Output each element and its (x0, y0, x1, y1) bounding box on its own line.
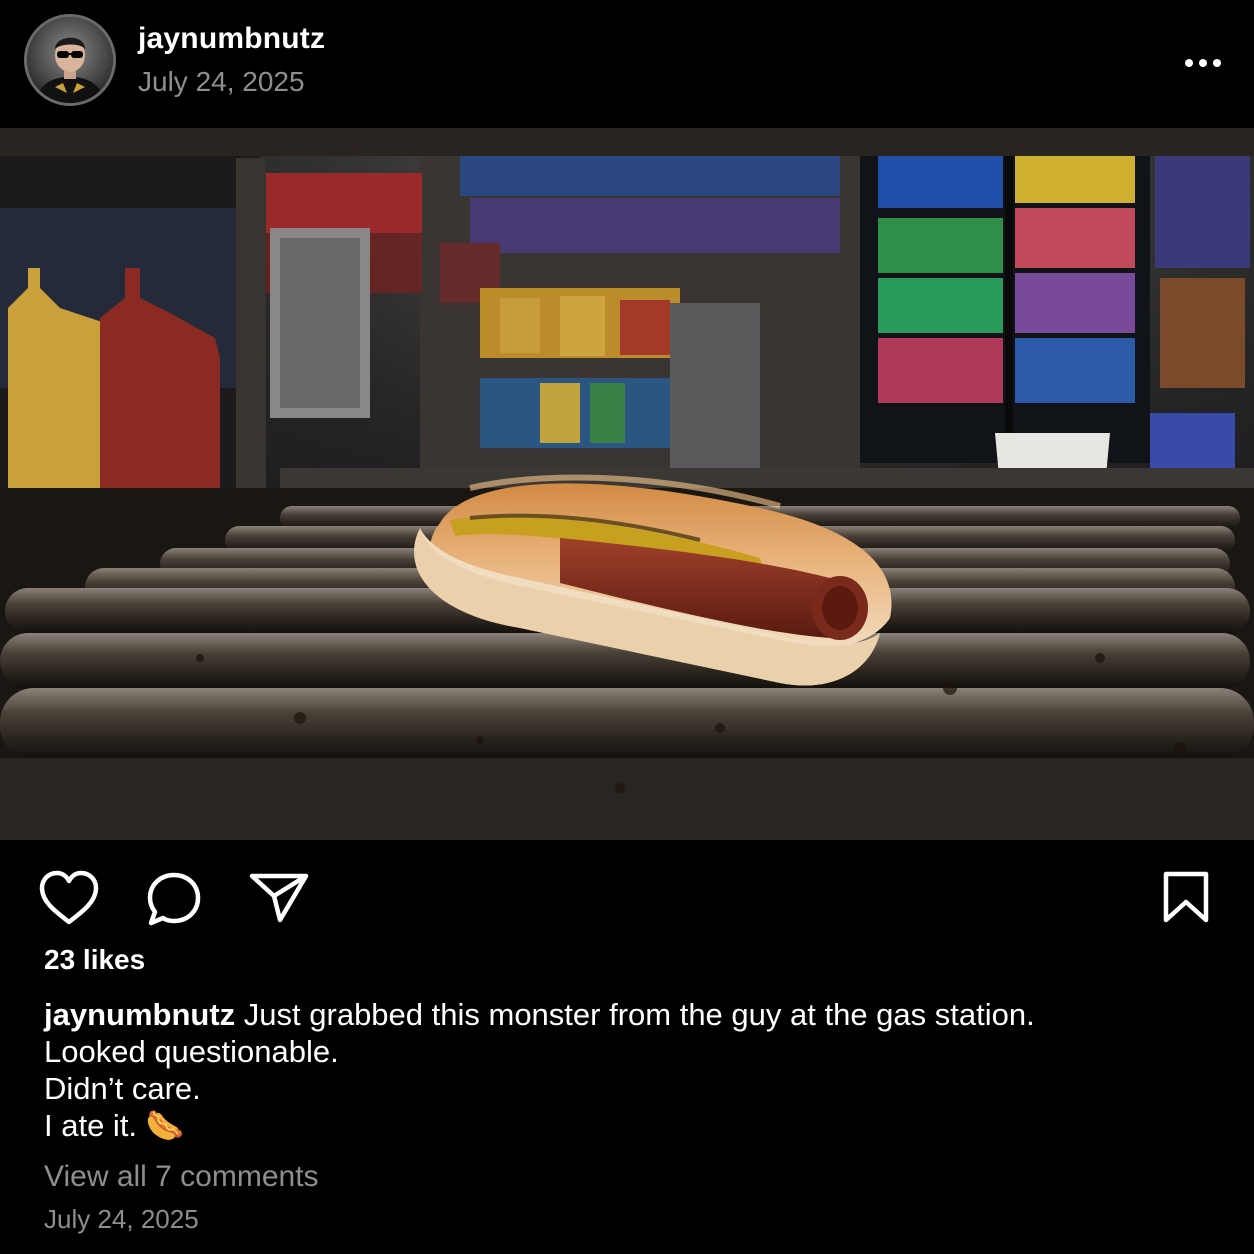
post-photo[interactable] (0, 128, 1254, 840)
post-date: July 24, 2025 (138, 66, 305, 97)
share-button[interactable] (248, 870, 310, 931)
caption-line-1: Just grabbed this monster from the guy a… (243, 997, 1035, 1032)
more-options-button[interactable] (1170, 46, 1236, 80)
post-footer-date: July 24, 2025 (44, 1204, 199, 1234)
save-button[interactable] (1160, 870, 1212, 931)
comment-bubble-icon (147, 872, 201, 926)
hot-dog-photo (0, 128, 1254, 840)
comment-button[interactable] (144, 870, 204, 933)
more-options-icon (1185, 59, 1221, 67)
caption-line-3: Didn’t care. (44, 1071, 201, 1106)
post-header: jaynumbnutz July 24, 2025 (0, 0, 1254, 128)
paper-plane-icon (249, 873, 309, 923)
like-button[interactable] (38, 870, 100, 931)
post-actions (0, 840, 1254, 950)
bookmark-icon (1163, 871, 1209, 923)
avatar[interactable] (24, 14, 116, 106)
heart-icon (39, 870, 99, 925)
post-username[interactable]: jaynumbnutz (138, 22, 325, 56)
caption-line-2: Looked questionable. (44, 1034, 339, 1069)
caption-line-4: I ate it. 🌭 (44, 1108, 185, 1143)
caption-username[interactable]: jaynumbnutz (44, 997, 235, 1032)
likes-count[interactable]: 23 likes (44, 944, 145, 976)
avatar-image (27, 17, 113, 103)
post-caption: jaynumbnutz Just grabbed this monster fr… (44, 996, 1224, 1144)
view-all-comments-link[interactable]: View all 7 comments (44, 1160, 319, 1194)
